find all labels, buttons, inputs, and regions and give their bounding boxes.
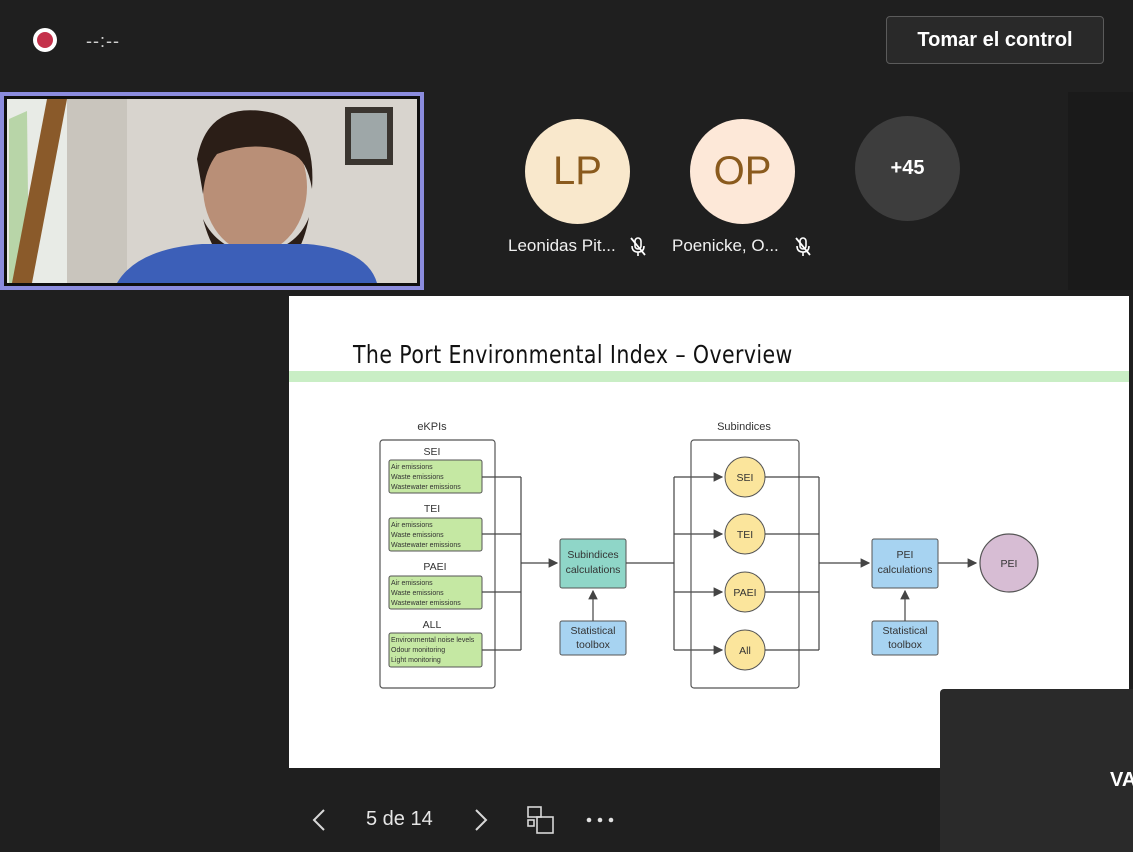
toolbox2-line: Statistical: [883, 625, 928, 637]
calc1-line: calculations: [566, 564, 621, 576]
ekpi-item: Light monitoring: [391, 657, 441, 664]
subindex-label: All: [739, 645, 751, 657]
ekpi-item: Waste emissions: [391, 590, 444, 597]
more-participants-button[interactable]: +45: [855, 116, 960, 221]
toolbox1-line: toolbox: [576, 639, 611, 651]
calc1-line: Subindices: [567, 549, 618, 561]
participant-name-lp: Leonidas Pit...: [508, 236, 616, 255]
presenter-video-tile[interactable]: [0, 92, 424, 290]
participant-name-op: Poenicke, O...: [672, 236, 779, 255]
toolbox2-line: toolbox: [888, 639, 923, 651]
presenter-video: [7, 99, 417, 283]
ekpis-label: eKPIs: [417, 421, 447, 433]
connectors-calc1: [626, 472, 724, 655]
ekpi-item: Air emissions: [391, 580, 433, 587]
slide-page-counter: 5 de 14: [366, 808, 433, 830]
meeting-topbar: --:-- Tomar el control: [0, 0, 1133, 85]
slides-grid-icon[interactable]: [526, 805, 556, 835]
ekpi-item: Waste emissions: [391, 532, 444, 539]
calc2-line: PEI: [897, 549, 914, 561]
group-name-all: ALL: [423, 619, 442, 631]
ekpi-item: Air emissions: [391, 522, 433, 529]
overlay-text: VA: [1110, 769, 1133, 791]
pei-label: PEI: [1001, 558, 1018, 570]
take-control-button[interactable]: Tomar el control: [886, 16, 1104, 64]
participant-avatar-lp[interactable]: LP: [525, 119, 630, 224]
group-name-sei: SEI: [424, 446, 441, 458]
ekpi-item: Wastewater emissions: [391, 600, 461, 607]
subindex-label: PAEI: [733, 587, 756, 599]
mic-off-icon: [795, 237, 811, 256]
self-view-panel[interactable]: VA: [940, 689, 1133, 852]
participant-avatar-op[interactable]: OP: [690, 119, 795, 224]
subindex-label: TEI: [737, 529, 753, 541]
chevron-left-icon[interactable]: [309, 806, 331, 834]
subindex-label: SEI: [737, 472, 754, 484]
mic-off-icon: [630, 237, 646, 256]
calc2-line: calculations: [878, 564, 933, 576]
ekpi-item: Odour monitoring: [391, 647, 445, 654]
ekpi-item: Air emissions: [391, 464, 433, 471]
chevron-right-icon[interactable]: [469, 806, 491, 834]
more-options-icon[interactable]: [585, 812, 617, 828]
ekpi-item: Waste emissions: [391, 474, 444, 481]
video-panel-right: [1068, 92, 1133, 290]
toolbox1-line: Statistical: [571, 625, 616, 637]
recording-icon: [33, 28, 57, 52]
ekpi-item: Wastewater emissions: [391, 484, 461, 491]
meeting-timer: --:--: [86, 31, 120, 51]
ekpi-item: Environmental noise levels: [391, 637, 475, 644]
ekpi-item: Wastewater emissions: [391, 542, 461, 549]
connectors-subindices: [765, 476, 871, 651]
group-name-tei: TEI: [424, 503, 440, 515]
subindices-label: Subindices: [717, 421, 771, 433]
group-name-paei: PAEI: [423, 561, 446, 573]
